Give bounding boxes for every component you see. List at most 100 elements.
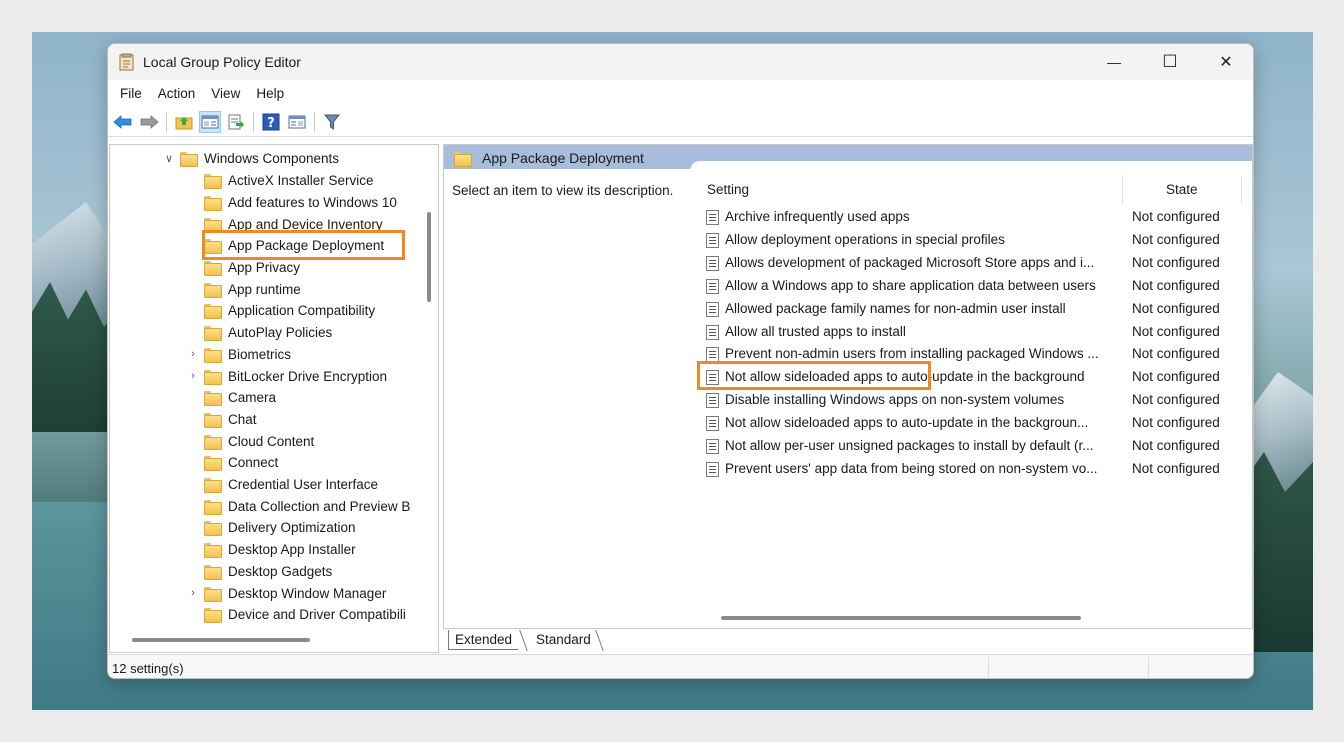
tree-vertical-scrollbar[interactable] (427, 212, 431, 302)
tree-item-label: App Privacy (228, 260, 301, 276)
tree-item[interactable]: Delivery Optimization (186, 517, 356, 539)
window-title: Local Group Policy Editor (143, 54, 301, 70)
tab-extended[interactable]: Extended (448, 630, 519, 650)
help-button[interactable]: ? (260, 111, 282, 133)
tree-item[interactable]: App runtime (186, 279, 301, 301)
setting-row[interactable]: Not allow sideloaded apps to auto-update… (706, 366, 1246, 389)
menu-view[interactable]: View (205, 83, 246, 104)
maximize-button[interactable]: ☐ (1142, 44, 1198, 80)
tree-item-windows-components[interactable]: ∨ Windows Components (162, 148, 339, 170)
chevron-right-icon[interactable]: › (186, 370, 200, 382)
column-separator[interactable] (1122, 175, 1123, 205)
group-policy-editor-window: Local Group Policy Editor — ☐ ✕ File Act… (107, 43, 1254, 679)
policy-setting-icon (706, 232, 719, 248)
setting-state: Not configured (1132, 231, 1220, 247)
tree-item[interactable]: AutoPlay Policies (186, 322, 332, 344)
setting-state: Not configured (1132, 438, 1220, 453)
setting-state: Not configured (1132, 300, 1220, 316)
folder-icon (204, 499, 222, 515)
setting-row[interactable]: Allows development of packaged Microsoft… (706, 252, 1246, 275)
back-button[interactable] (112, 111, 134, 133)
show-hide-tree-button[interactable] (199, 110, 221, 133)
setting-name: Not allow sideloaded apps to auto-update… (725, 415, 1089, 431)
folder-icon (204, 608, 222, 624)
settings-panel: App Package Deployment Select an item to… (443, 144, 1253, 629)
menu-bar: File Action View Help (108, 80, 1253, 107)
up-folder-icon (175, 116, 193, 129)
tree-item[interactable]: App Privacy (186, 257, 300, 279)
tree-item[interactable]: App and Device Inventory (186, 213, 383, 235)
menu-file[interactable]: File (114, 83, 148, 104)
settings-horizontal-scrollbar[interactable] (721, 616, 1081, 620)
folder-icon (204, 282, 222, 298)
setting-row[interactable]: Archive infrequently used apps Not config… (706, 206, 1246, 229)
tree-item-label: Chat (228, 411, 257, 427)
tree-item-label: BitLocker Drive Encryption (228, 368, 388, 384)
tree-item[interactable]: Cloud Content (186, 430, 314, 452)
tree-item[interactable]: Data Collection and Preview B (186, 496, 410, 518)
filter-button[interactable] (321, 111, 343, 133)
policy-setting-icon (706, 461, 719, 477)
tree-item[interactable]: Desktop App Installer (186, 539, 356, 561)
tree-item[interactable]: App Package Deployment (186, 235, 384, 257)
chevron-right-icon[interactable]: › (186, 348, 200, 360)
tree-item-label: ActiveX Installer Service (228, 173, 374, 189)
setting-row[interactable]: Not allow per-user unsigned packages to … (706, 435, 1246, 458)
policy-setting-icon (706, 210, 719, 225)
tree-item[interactable]: Application Compatibility (186, 300, 375, 322)
policy-setting-icon (706, 370, 719, 386)
setting-row[interactable]: Allow a Windows app to share application… (706, 275, 1246, 298)
setting-row[interactable]: Disable installing Windows apps on non-s… (706, 389, 1246, 412)
tree-item[interactable]: Desktop Gadgets (186, 561, 332, 583)
tree-item[interactable]: Chat (186, 409, 257, 431)
tab-standard[interactable]: Standard (530, 630, 597, 649)
setting-name: Prevent users' app data from being store… (725, 460, 1098, 476)
forward-button[interactable] (138, 111, 160, 133)
navigation-tree[interactable]: ∨ Windows Components ActiveX Installer S… (109, 144, 439, 653)
tree-item-label: App and Device Inventory (228, 216, 383, 232)
column-separator[interactable] (1241, 175, 1242, 205)
tree-item[interactable]: Camera (186, 387, 276, 409)
toolbar-separator (253, 111, 254, 132)
setting-row[interactable]: Prevent users' app data from being store… (706, 458, 1246, 481)
tree-item[interactable]: Credential User Interface (186, 474, 378, 496)
setting-row[interactable]: Allow deployment operations in special p… (706, 229, 1246, 252)
tree-item[interactable]: ActiveX Installer Service (186, 170, 374, 192)
close-icon: ✕ (1219, 54, 1233, 71)
setting-name: Allow a Windows app to share application… (725, 277, 1096, 293)
tree-item[interactable]: › Desktop Window Manager (186, 582, 386, 604)
column-header-setting[interactable]: Setting (707, 182, 749, 197)
maximize-icon: ☐ (1162, 52, 1178, 71)
tree-item[interactable]: Connect (186, 452, 278, 474)
status-separator (1148, 657, 1149, 678)
tree-item[interactable]: › Biometrics (186, 344, 291, 366)
setting-name: Archive infrequently used apps (725, 209, 910, 224)
tree-item-label: App Package Deployment (228, 238, 385, 254)
folder-icon (204, 434, 222, 450)
tree-item-label: Credential User Interface (228, 477, 379, 493)
setting-row[interactable]: Prevent non-admin users from installing … (706, 343, 1246, 366)
toolbar-separator (166, 111, 167, 132)
minimize-button[interactable]: — (1086, 44, 1142, 80)
close-button[interactable]: ✕ (1198, 44, 1253, 80)
tree-item[interactable]: Add features to Windows 10 (186, 192, 397, 214)
setting-row[interactable]: Not allow sideloaded apps to auto-update… (706, 412, 1246, 435)
title-bar[interactable]: Local Group Policy Editor — ☐ ✕ (108, 44, 1253, 80)
properties-icon (288, 115, 306, 128)
folder-icon (204, 217, 222, 233)
menu-action[interactable]: Action (152, 83, 202, 104)
tree-horizontal-scrollbar[interactable] (132, 638, 310, 642)
export-list-button[interactable] (225, 111, 247, 133)
setting-row[interactable]: Allowed package family names for non-adm… (706, 298, 1246, 321)
chevron-right-icon[interactable]: › (186, 587, 200, 599)
up-one-level-button[interactable] (173, 111, 195, 133)
tree-item[interactable]: › BitLocker Drive Encryption (186, 365, 387, 387)
column-header-state[interactable]: State (1166, 182, 1198, 197)
tree-item[interactable]: Device and Driver Compatibili (186, 604, 406, 626)
setting-row[interactable]: Allow all trusted apps to install Not con… (706, 321, 1246, 344)
properties-button[interactable] (286, 111, 308, 133)
chevron-down-icon[interactable]: ∨ (162, 152, 176, 165)
menu-help[interactable]: Help (250, 83, 290, 104)
status-bar: 12 setting(s) (108, 654, 1253, 678)
setting-state: Not configured (1132, 369, 1220, 385)
